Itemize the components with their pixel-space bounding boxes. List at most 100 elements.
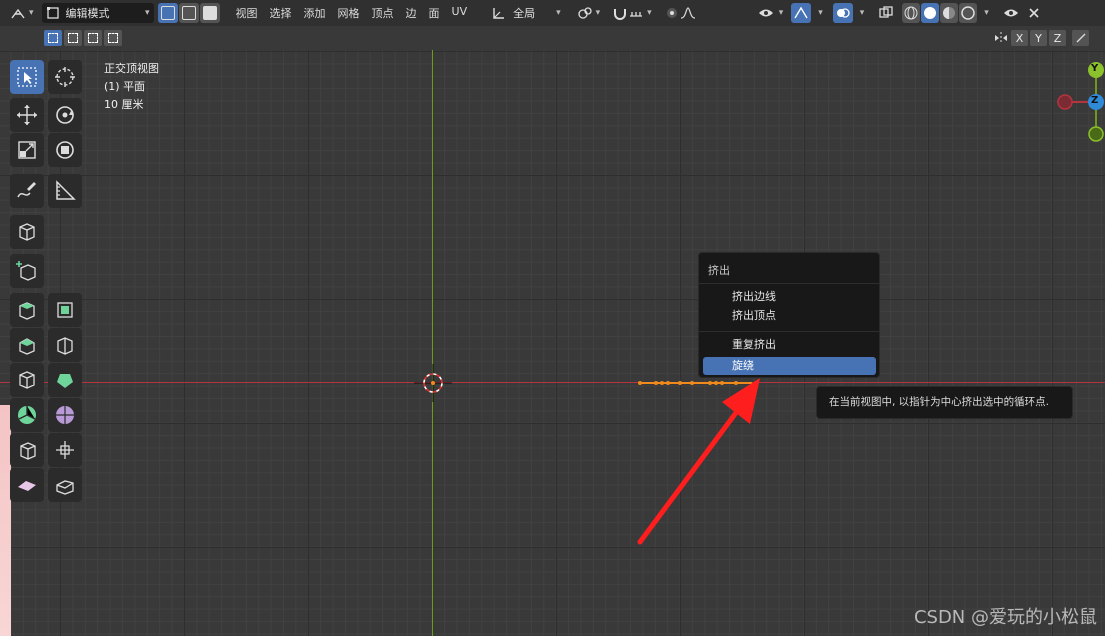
face-select-button[interactable] — [199, 3, 220, 23]
xray-toggle-button[interactable] — [874, 3, 898, 23]
chevron-down-icon[interactable]: ▾ — [818, 8, 823, 18]
transform-orientation-select[interactable]: 全局 ▾ — [487, 3, 565, 23]
menu-uv[interactable]: UV — [446, 5, 474, 21]
transform-icon — [56, 141, 74, 159]
menu-select[interactable]: 选择 — [264, 5, 298, 21]
orientation-icon — [493, 8, 505, 19]
selection-mode-group — [44, 30, 122, 46]
cursor-tool[interactable] — [48, 60, 82, 94]
vertex-select-button[interactable] — [157, 3, 178, 23]
menu-face[interactable]: 面 — [423, 5, 446, 21]
proportional-edit-icon — [666, 8, 677, 18]
shear-icon — [20, 442, 36, 460]
rip-arrows-icon — [56, 441, 74, 459]
eye-icon — [1003, 9, 1018, 17]
transform-tool[interactable] — [48, 133, 82, 167]
editor-type-icon — [11, 8, 25, 19]
rendered-shading-button[interactable] — [959, 3, 978, 23]
gizmo-y-label: Y — [1091, 63, 1099, 74]
auto-merge-button[interactable] — [1072, 30, 1089, 46]
menu-edge[interactable]: 边 — [400, 5, 423, 21]
spin-tool[interactable] — [48, 363, 82, 397]
edge-slide-tool[interactable] — [10, 468, 44, 502]
inset-icon — [19, 302, 35, 320]
mode-select[interactable]: 编辑模式 ▾ — [41, 3, 154, 23]
link-icon — [577, 7, 592, 19]
poly-build-tool[interactable] — [10, 363, 44, 397]
shrink-fatten-tool[interactable] — [48, 398, 82, 432]
extrude-icon — [16, 261, 36, 281]
smooth-tool[interactable] — [10, 398, 44, 432]
poly-build-icon — [19, 371, 35, 389]
auto-merge-icon — [1076, 33, 1085, 43]
scale-icon — [18, 141, 36, 159]
select-box-tool[interactable] — [10, 60, 44, 94]
chevron-down-icon: ▾ — [29, 8, 34, 18]
add-cube-tool[interactable] — [10, 215, 44, 249]
rip-region-tool[interactable] — [48, 468, 82, 502]
rotate-tool[interactable] — [48, 98, 82, 132]
edit-mode-icon — [46, 7, 59, 19]
3d-viewport[interactable]: Y Z — [0, 50, 1105, 636]
rip-tool[interactable] — [48, 433, 82, 467]
knife-tool[interactable] — [48, 328, 82, 362]
loop-cut-tool[interactable] — [10, 328, 44, 362]
inset-faces-tool[interactable] — [10, 293, 44, 327]
mirror-y-button[interactable]: Y — [1030, 30, 1047, 46]
solid-sphere-icon — [924, 7, 937, 19]
mirror-x-button[interactable]: X — [1011, 30, 1028, 46]
3d-cursor-icon[interactable] — [414, 364, 452, 402]
bevel-tool[interactable] — [48, 293, 82, 327]
menu-item-spin[interactable]: 旋绕 — [703, 357, 876, 375]
mode-label: 编辑模式 — [65, 7, 110, 20]
edge-select-button[interactable] — [178, 3, 199, 23]
proportional-edit-button[interactable] — [660, 3, 700, 23]
menu-view[interactable]: 视图 — [230, 5, 264, 21]
chevron-down-icon[interactable]: ▾ — [860, 8, 865, 18]
close-region-button[interactable] — [1025, 3, 1043, 23]
cursor-target-icon — [55, 67, 75, 87]
header-menus: 视图 选择 添加 网格 顶点 边 面 UV — [230, 5, 474, 21]
vertex-select-icon — [160, 6, 175, 20]
menu-item-extrude-vertices[interactable]: 挤出顶点 — [703, 307, 876, 325]
shrink-sphere-icon — [56, 406, 74, 424]
extrude-region-tool[interactable] — [10, 254, 44, 288]
menu-mesh[interactable]: 网格 — [332, 5, 366, 21]
object-name: (1) 平面 — [104, 80, 146, 93]
menu-divider — [699, 331, 879, 332]
chevron-down-icon: ▾ — [647, 8, 652, 18]
select-intersect-button[interactable] — [104, 30, 122, 46]
menu-vertex[interactable]: 顶点 — [366, 5, 400, 21]
wireframe-shading-button[interactable] — [902, 3, 921, 23]
select-extend-button[interactable] — [64, 30, 82, 46]
select-new-button[interactable] — [44, 30, 62, 46]
close-icon — [1029, 8, 1039, 18]
snap-button[interactable]: ▾ — [608, 3, 656, 23]
show-hide-button[interactable] — [1001, 3, 1021, 23]
chevron-down-icon[interactable]: ▾ — [984, 8, 989, 18]
solid-shading-button[interactable] — [921, 3, 940, 23]
visibility-button[interactable]: ▾ — [754, 3, 788, 23]
overlays-icon — [836, 8, 850, 18]
mirror-z-button[interactable]: Z — [1049, 30, 1066, 46]
menu-item-extrude-edges[interactable]: 挤出边线 — [703, 288, 876, 306]
editor-type-button[interactable]: ▾ — [6, 3, 38, 23]
select-subtract-button[interactable] — [84, 30, 102, 46]
annotate-tool[interactable] — [10, 174, 44, 208]
watermark: CSDN @爱玩的小松鼠 — [913, 607, 1097, 628]
rotate-icon — [56, 106, 74, 124]
scale-tool[interactable] — [10, 133, 44, 167]
mirror-icon — [995, 32, 1007, 44]
pivot-point-button[interactable]: ▾ — [573, 3, 605, 23]
menu-add[interactable]: 添加 — [298, 5, 332, 21]
menu-divider — [699, 283, 879, 284]
menu-item-repeat-extrude[interactable]: 重复挤出 — [703, 336, 876, 354]
overlays-toggle-button[interactable] — [832, 3, 853, 23]
select-mode-group — [157, 3, 220, 23]
move-tool[interactable] — [10, 98, 44, 132]
material-shading-button[interactable] — [940, 3, 959, 23]
shear-tool[interactable] — [10, 433, 44, 467]
measure-tool[interactable] — [48, 174, 82, 208]
gizmo-toggle-button[interactable] — [791, 3, 812, 23]
eye-gear-icon — [758, 9, 773, 17]
